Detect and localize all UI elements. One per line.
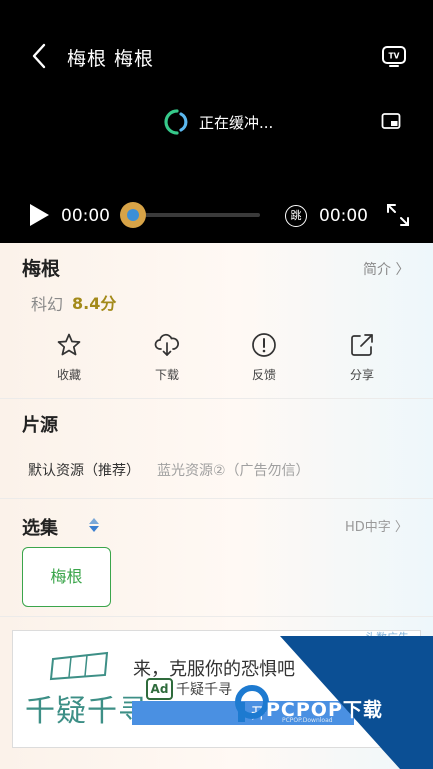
back-icon[interactable] [27,41,53,71]
genre-label: 科幻 [31,295,64,314]
share-icon [351,334,373,356]
quality-selector[interactable]: HD中字 〉 [345,516,408,535]
download-label: 下载 [154,368,179,382]
current-time: 00:00 [61,206,110,226]
ad-logo-icon [49,651,109,681]
favorite-label: 收藏 [56,368,81,382]
episodes-title: 选集 [22,518,58,539]
share-button[interactable]: 分享 [332,332,392,383]
skip-button[interactable]: 跳 [285,205,307,227]
sources-title: 片源 [22,415,58,436]
movie-title: 梅根 [22,258,61,280]
source-bluray[interactable]: 蓝光资源②（广告勿信） [157,460,310,480]
cloud-download-icon [154,333,179,356]
sort-icon[interactable] [88,516,100,534]
episode-button[interactable]: 梅根 [22,547,111,607]
ad-brand: 千疑千寻 [176,682,232,698]
fullscreen-icon[interactable] [386,203,410,227]
source-default[interactable]: 默认资源（推荐） [28,460,140,480]
divider [0,616,433,617]
player-title: 梅根 梅根 [67,48,155,70]
loading-text: 正在缓冲... [199,114,274,132]
svg-text:TV: TV [389,52,400,61]
divider [0,498,433,499]
play-icon[interactable] [26,201,52,229]
score-label: 8.4分 [72,294,117,313]
share-label: 分享 [349,368,374,382]
alert-circle-icon [252,333,276,357]
tv-cast-icon[interactable]: TV [381,43,407,69]
feedback-label: 反馈 [251,368,276,382]
download-button[interactable]: 下载 [137,332,197,383]
favorite-button[interactable]: 收藏 [39,332,99,383]
intro-link[interactable]: 简介 〉 [363,259,409,279]
total-time: 00:00 [319,206,368,226]
feedback-button[interactable]: 反馈 [234,332,294,383]
picture-in-picture-icon[interactable] [381,112,401,130]
watermark-subtext: PCPOP.Download [282,717,333,724]
progress-thumb[interactable] [120,202,146,228]
ad-logo-text: 千疑千寻 [25,694,149,729]
video-player[interactable]: 梅根 梅根 TV 正在缓冲... 00:00 跳 00:00 [0,0,433,243]
divider [0,398,433,399]
star-icon [57,333,81,356]
progress-track[interactable] [133,213,260,217]
loading-spinner-icon [164,109,188,135]
ad-badge: Ad [146,678,173,700]
